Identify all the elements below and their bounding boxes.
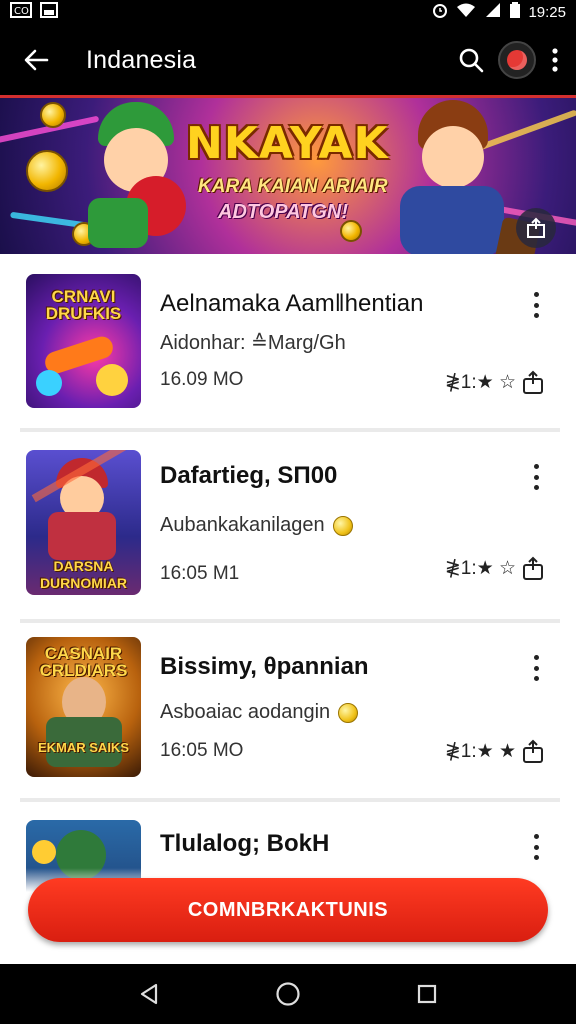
app-subtitle-text: Aubankakanilagen — [160, 514, 325, 536]
app-subtitle-text: Asboaiac aodangin — [160, 701, 331, 723]
nav-recents-button[interactable] — [407, 974, 447, 1014]
page-title: Indanesia — [86, 45, 197, 74]
app-subtitle: Aubankakanilagen — [160, 514, 520, 537]
promo-banner[interactable]: NKAYAK KARA KAIAN ARIAIR ADTOPATGN! — [0, 98, 576, 254]
banner-share-button[interactable] — [516, 208, 556, 248]
more-options-button[interactable] — [550, 47, 560, 73]
app-thumbnail: CASNAIR CRLDIARS EKMAR SAIKS — [26, 637, 141, 777]
svg-text:CO: CO — [14, 6, 29, 17]
share-icon[interactable] — [522, 556, 544, 580]
list-item[interactable]: CASNAIR CRLDIARS EKMAR SAIKS Bissimy, θp… — [0, 623, 576, 801]
coin-icon — [338, 702, 359, 723]
app-subtitle: Aidonhar: ≙Marg/Gh — [160, 330, 520, 355]
banner-subtitle-2: ADTOPATGN! — [218, 201, 348, 223]
rating-value: ≹1:★ ☆ — [444, 371, 516, 393]
status-bar: CO 19:25 — [0, 0, 576, 24]
rating-row: ≹1:★ ★ — [445, 739, 544, 763]
search-icon — [459, 48, 484, 73]
app-name: Bissimy, θpannian — [160, 653, 369, 680]
rating-row: ≹1:★ ☆ — [445, 370, 544, 394]
rating-value: ≹1:★ ☆ — [444, 557, 516, 579]
list-item[interactable]: DARSNA DURNOMIAR Dafartieg, SΠ00 Aubanka… — [0, 432, 576, 622]
nav-back-button[interactable] — [129, 974, 169, 1014]
app-thumbnail: CRNAVI DRUFKIS — [26, 274, 141, 408]
rating-row: ≹1:★ ☆ — [445, 556, 544, 580]
avatar[interactable] — [498, 41, 536, 79]
app-name: Tlulalog; BokH — [160, 830, 330, 857]
list-item[interactable]: CRNAVI DRUFKIS Aelnamaka Aam‖hentian Aid… — [0, 254, 576, 432]
app-subtitle-text: Aidonhar: ≙Marg/Gh — [160, 332, 346, 354]
item-more-button[interactable] — [524, 292, 548, 318]
item-more-button[interactable] — [524, 464, 548, 490]
share-icon — [527, 217, 545, 238]
app-subtitle: Asboaiac aodangin — [160, 701, 520, 724]
image-icon — [40, 2, 58, 22]
back-triangle-icon — [141, 983, 158, 1005]
thumbnail-label: CRNAVI DRUFKIS — [45, 287, 122, 323]
thumbnail-label: DARSNA DURNOMIAR — [39, 558, 128, 591]
app-bar: Indanesia — [0, 24, 576, 96]
status-time: 19:25 — [528, 3, 566, 21]
back-button[interactable] — [0, 24, 72, 96]
app-name: Dafartieg, SΠ00 — [160, 462, 338, 489]
recents-square-icon — [417, 984, 436, 1004]
back-arrow-icon — [24, 49, 49, 71]
signal-icon — [484, 2, 502, 22]
item-more-button[interactable] — [524, 834, 548, 860]
app-thumbnail: DARSNA DURNOMIAR — [26, 450, 141, 595]
share-icon[interactable] — [522, 370, 544, 394]
app-name: Aelnamaka Aam‖hentian — [160, 290, 424, 317]
coin-icon — [332, 515, 353, 536]
primary-cta-button[interactable]: COMNBRKAKTUNIS — [28, 878, 548, 942]
banner-title: NKAYAK — [186, 118, 389, 169]
home-circle-icon — [276, 982, 300, 1006]
share-icon[interactable] — [522, 739, 544, 763]
system-nav-bar — [0, 964, 576, 1024]
rating-value: ≹1:★ ★ — [444, 740, 516, 762]
banner-subtitle: KARA KAIAN ARIAIR — [198, 176, 388, 197]
thumbnail-label-2: EKMAR SAIKS — [37, 740, 129, 755]
nav-home-button[interactable] — [268, 974, 308, 1014]
alarm-icon — [432, 2, 448, 22]
item-more-button[interactable] — [524, 655, 548, 681]
wifi-icon — [456, 2, 476, 22]
thumbnail-label: CASNAIR CRLDIARS — [39, 644, 128, 680]
battery-icon — [510, 2, 521, 22]
search-button[interactable] — [458, 47, 484, 73]
more-vert-icon — [552, 48, 558, 72]
notification-icon: CO — [10, 2, 32, 22]
